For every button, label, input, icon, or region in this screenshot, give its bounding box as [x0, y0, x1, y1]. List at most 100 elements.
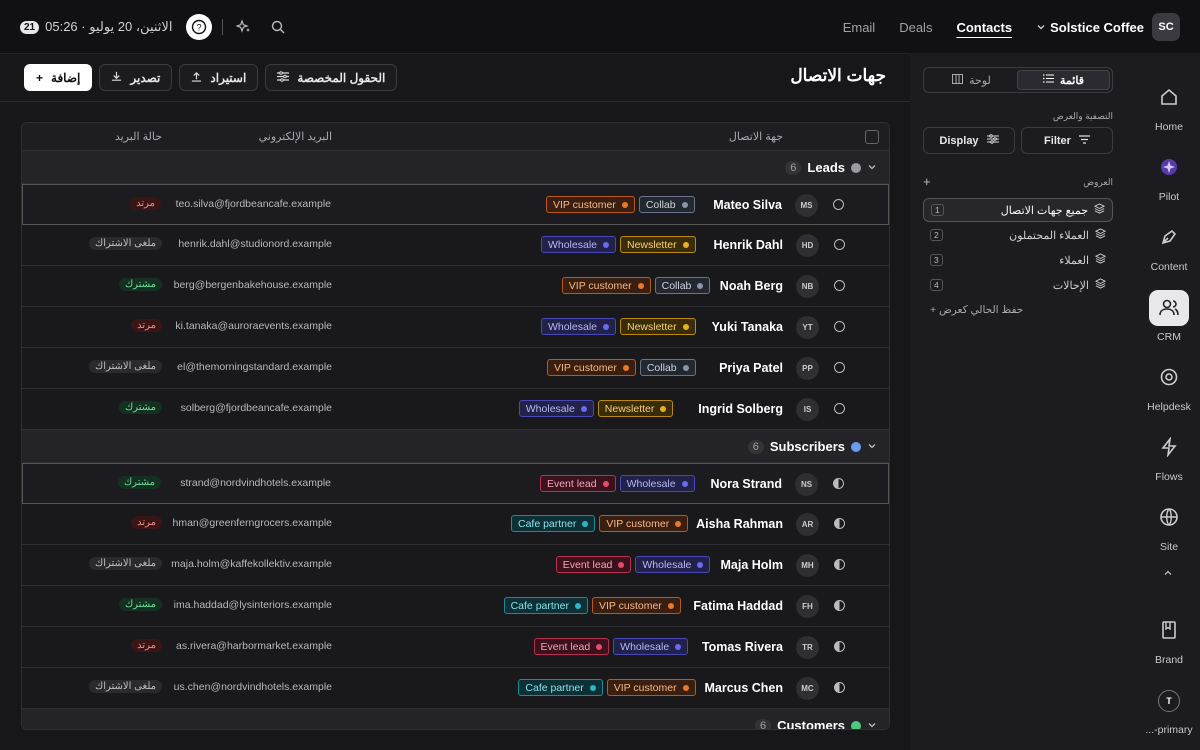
contact-name[interactable]: Fatima Haddad	[693, 599, 783, 613]
rail-item-primary[interactable]: T ...-primary	[1138, 683, 1200, 736]
contact-name[interactable]: Tomas Rivera	[702, 640, 783, 654]
status-icon[interactable]	[834, 239, 845, 250]
tag[interactable]: Event lead	[555, 556, 632, 573]
table-row[interactable]: NB Noah Berg VIP customer Collab berg@ber…	[22, 266, 889, 307]
tag[interactable]: Cafe partner	[510, 515, 596, 532]
add-view-icon[interactable]: +	[923, 174, 931, 189]
status-icon[interactable]	[834, 682, 845, 693]
contact-name[interactable]: Marcus Chen	[705, 681, 784, 695]
contact-name[interactable]: Henrik Dahl	[714, 238, 783, 252]
table-row[interactable]: YT Yuki Tanaka Wholesale Newsletter ki.ta…	[22, 307, 889, 348]
rail-item-brand[interactable]: Brand	[1138, 613, 1200, 666]
col-mail-status[interactable]: حالة البريد	[115, 130, 162, 143]
rail-item-content[interactable]: Content	[1138, 220, 1200, 273]
view-item[interactable]: العملاء المحتملون 2	[923, 223, 1113, 247]
chevron-down-icon[interactable]	[867, 718, 877, 729]
add-button[interactable]: + إضافة	[24, 64, 93, 91]
status-icon[interactable]	[834, 280, 845, 291]
chevron-up-icon[interactable]	[1163, 566, 1173, 581]
contact-email[interactable]: as.rivera@harbormarket.example	[176, 640, 332, 652]
help-icon[interactable]: ?	[186, 14, 213, 40]
tag[interactable]: VIP customer	[545, 196, 635, 213]
tag[interactable]: VIP customer	[591, 597, 681, 614]
table-row[interactable]: FH Fatima Haddad Cafe partner VIP custome…	[22, 586, 889, 627]
tag[interactable]: Wholesale	[613, 638, 689, 655]
chevron-down-icon[interactable]	[867, 160, 877, 175]
table-row[interactable]: PP Priya Patel VIP customer Collab el@the…	[22, 348, 889, 389]
contact-email[interactable]: strand@nordvindhotels.example	[180, 477, 331, 489]
chevron-down-icon[interactable]	[867, 439, 877, 454]
export-button[interactable]: تصدير	[99, 64, 173, 91]
contact-name[interactable]: Aisha Rahman	[696, 517, 783, 531]
contact-name[interactable]: Mateo Silva	[713, 198, 782, 212]
status-icon[interactable]	[833, 478, 844, 489]
table-row[interactable]: MS Mateo Silva VIP customer Collab teo.si…	[22, 184, 889, 225]
table-row[interactable]: IS Ingrid Solberg Wholesale Newsletter so…	[22, 389, 889, 430]
tag[interactable]: Newsletter	[620, 236, 696, 253]
contact-email[interactable]: maja.holm@kaffekollektiv.example	[171, 558, 332, 570]
list-view-tab[interactable]: قائمة	[1017, 70, 1110, 90]
contact-email[interactable]: el@themorningstandard.example	[177, 361, 332, 373]
status-icon[interactable]	[834, 559, 845, 570]
tag[interactable]: Cafe partner	[518, 679, 603, 696]
table-row[interactable]: AR Aisha Rahman Cafe partner VIP customer…	[22, 504, 889, 545]
rail-item-site[interactable]: Site	[1138, 500, 1200, 553]
tag[interactable]: Wholesale	[540, 318, 616, 335]
table-row[interactable]: MH Maja Holm Event lead Wholesale maja.ho…	[22, 545, 889, 586]
save-view-link[interactable]: + حفظ الحالي كعرض	[930, 304, 1023, 316]
sparkles-icon[interactable]	[233, 16, 255, 38]
table-row[interactable]: NS Nora Strand Event lead Wholesale stran…	[22, 463, 889, 504]
contact-name[interactable]: Ingrid Solberg	[698, 402, 783, 416]
rail-item-flows[interactable]: Flows	[1138, 430, 1200, 483]
tag[interactable]: Event lead	[533, 638, 610, 655]
tag[interactable]: Collab	[654, 277, 711, 294]
chevron-down-icon[interactable]	[1036, 20, 1046, 35]
status-icon[interactable]	[834, 321, 845, 332]
tag[interactable]: Wholesale	[635, 556, 711, 573]
table-row[interactable]: MC Marcus Chen Cafe partner VIP customer …	[22, 668, 889, 709]
tag[interactable]: Collab	[639, 359, 696, 376]
status-icon[interactable]	[834, 362, 845, 373]
search-icon[interactable]	[267, 16, 289, 38]
workspace-name[interactable]: Solstice Coffee	[1050, 20, 1144, 35]
status-icon[interactable]	[833, 199, 844, 210]
contact-name[interactable]: Maja Holm	[720, 558, 783, 572]
contact-name[interactable]: Nora Strand	[710, 477, 782, 491]
status-icon[interactable]	[834, 600, 845, 611]
custom-fields-button[interactable]: الحقول المخصصة	[265, 64, 398, 91]
contact-email[interactable]: teo.silva@fjordbeancafe.example	[176, 198, 331, 210]
tag[interactable]: Wholesale	[540, 236, 616, 253]
tag[interactable]: Collab	[638, 196, 695, 213]
col-email[interactable]: البريد الإلكتروني	[259, 130, 332, 143]
contact-email[interactable]: solberg@fjordbeancafe.example	[181, 402, 332, 414]
contact-name[interactable]: Priya Patel	[719, 361, 783, 375]
nav-contacts[interactable]: Contacts	[956, 20, 1012, 35]
status-icon[interactable]	[834, 641, 845, 652]
tag[interactable]: Wholesale	[619, 475, 695, 492]
tag[interactable]: Event lead	[539, 475, 616, 492]
rail-item-pilot[interactable]: Pilot	[1138, 150, 1200, 203]
tag[interactable]: Wholesale	[518, 400, 594, 417]
tag[interactable]: VIP customer	[546, 359, 636, 376]
notification-count-badge[interactable]: 21	[20, 20, 40, 34]
group-header[interactable]: 6 Subscribers	[22, 430, 889, 463]
avatar[interactable]: SC	[1152, 13, 1180, 41]
select-all-checkbox[interactable]	[865, 130, 879, 144]
filter-button[interactable]: Filter	[1021, 127, 1113, 154]
nav-deals[interactable]: Deals	[899, 20, 932, 35]
rail-item-home[interactable]: Home	[1138, 80, 1200, 133]
contact-email[interactable]: ima.haddad@lysinteriors.example	[174, 599, 332, 611]
tag[interactable]: VIP customer	[606, 679, 696, 696]
status-icon[interactable]	[834, 518, 845, 529]
rail-item-crm[interactable]: CRM	[1138, 290, 1200, 343]
view-item[interactable]: الإحالات 4	[923, 273, 1113, 297]
nav-email[interactable]: Email	[843, 20, 876, 35]
tag[interactable]: Newsletter	[620, 318, 696, 335]
tag[interactable]: Cafe partner	[503, 597, 588, 614]
contact-name[interactable]: Yuki Tanaka	[712, 320, 783, 334]
view-item[interactable]: جميع جهات الاتصال 1	[923, 198, 1113, 222]
tag[interactable]: VIP customer	[599, 515, 689, 532]
contact-email[interactable]: berg@bergenbakehouse.example	[174, 279, 332, 291]
rail-item-helpdesk[interactable]: Helpdesk	[1138, 360, 1200, 413]
group-header[interactable]: 6 Leads	[22, 151, 889, 184]
